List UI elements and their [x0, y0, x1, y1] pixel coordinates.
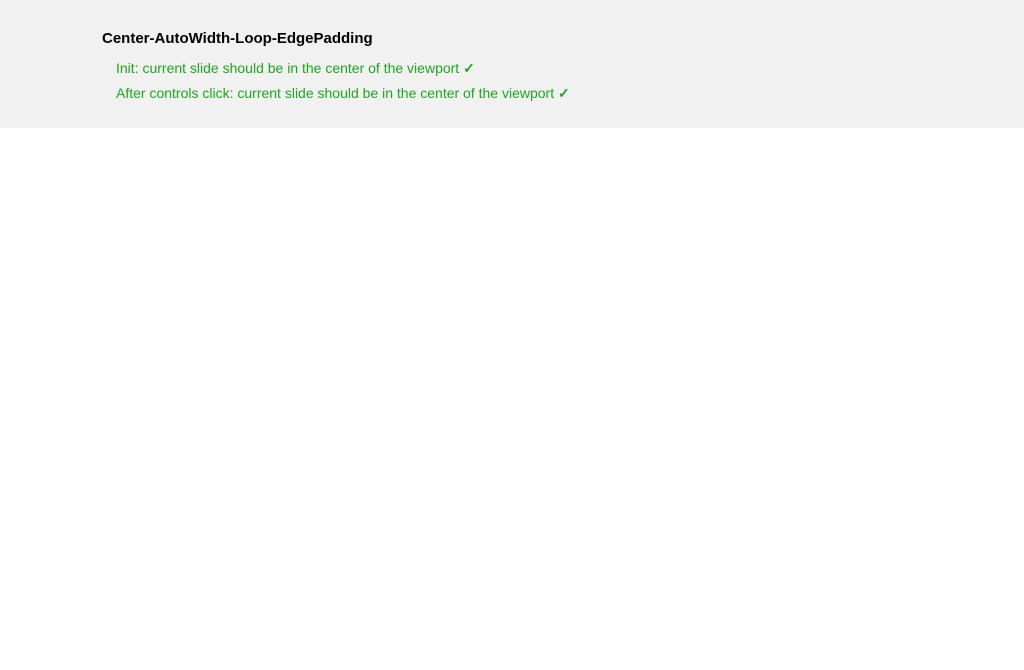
test-result-item: After controls click: current slide shou…	[116, 82, 1024, 104]
test-result-item: Init: current slide should be in the cen…	[116, 57, 1024, 79]
test-results-panel: Center-AutoWidth-Loop-EdgePadding Init: …	[0, 0, 1024, 128]
check-icon: ✓	[558, 85, 570, 101]
test-result-list: Init: current slide should be in the cen…	[102, 57, 1024, 105]
test-result-text: Init: current slide should be in the cen…	[116, 60, 459, 76]
test-suite-title: Center-AutoWidth-Loop-EdgePadding	[102, 30, 1024, 47]
content-container: Center-AutoWidth-Loop-EdgePadding Init: …	[102, 30, 1024, 105]
check-icon: ✓	[463, 60, 475, 76]
test-result-text: After controls click: current slide shou…	[116, 85, 554, 101]
